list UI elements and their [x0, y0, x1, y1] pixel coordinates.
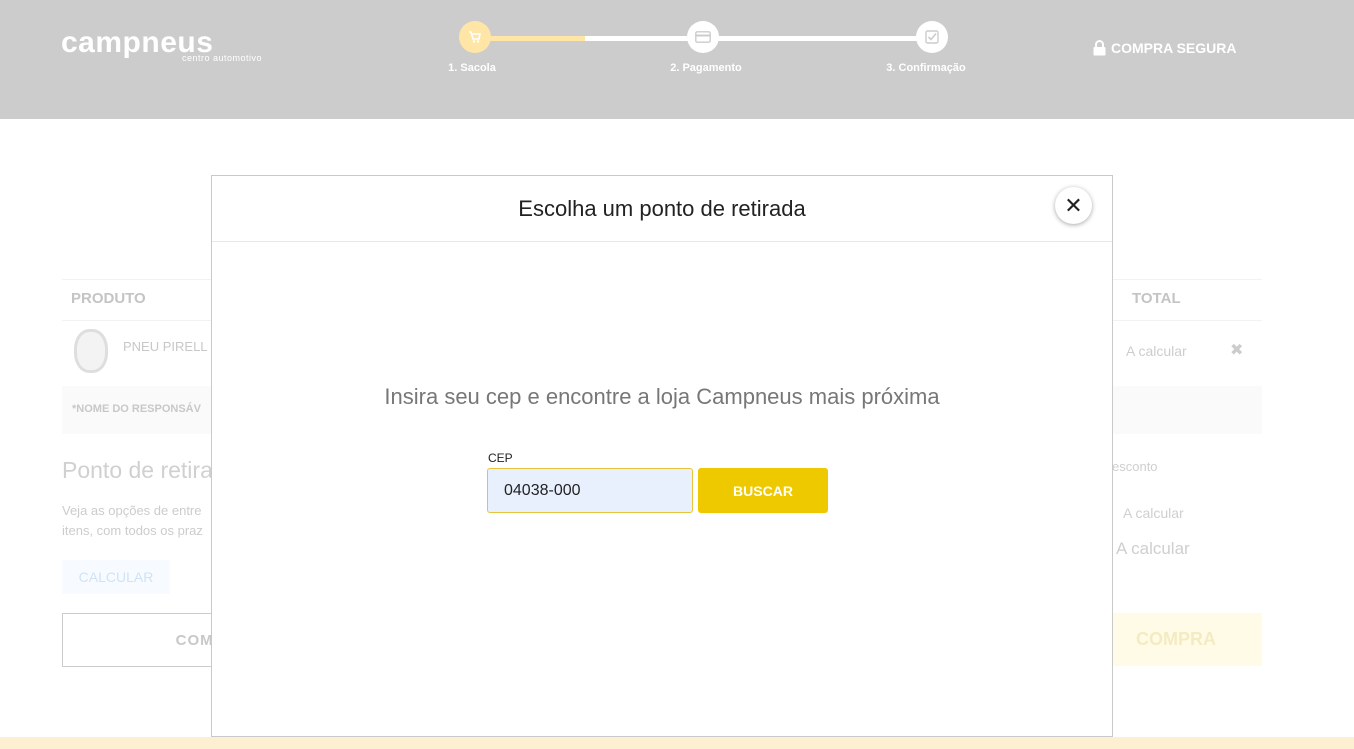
finish-purchase-button[interactable]: COMPRA: [1090, 613, 1262, 666]
search-button[interactable]: BUSCAR: [698, 468, 828, 513]
responsible-name-label: *NOME DO RESPONSÁV: [72, 403, 201, 415]
column-product: PRODUTO: [71, 290, 146, 307]
close-modal-button[interactable]: ✕: [1055, 187, 1092, 224]
step-confirmacao-label: 3. Confirmação: [886, 62, 966, 74]
close-icon: ✕: [1064, 192, 1083, 218]
pickup-point-modal: Escolha um ponto de retirada ✕ Insira se…: [211, 175, 1113, 737]
summary-shipping-value: A calcular: [1123, 505, 1184, 521]
footer-strip: [0, 737, 1354, 749]
secure-purchase-badge: COMPRA SEGURA: [1093, 40, 1237, 56]
lock-icon: [1093, 40, 1106, 56]
modal-title: Escolha um ponto de retirada: [518, 196, 806, 221]
checkout-progress-fill: [475, 36, 585, 41]
step-pagamento-circle: [687, 21, 719, 53]
step-sacola-circle: [459, 21, 491, 53]
site-header: campneus centro automotivo 1. Sacola 2. …: [0, 0, 1354, 119]
card-icon: [695, 31, 711, 43]
campneus-logo[interactable]: campneus centro automotivo: [61, 26, 266, 66]
calculate-button[interactable]: CALCULAR: [62, 560, 170, 594]
secure-purchase-label: COMPRA SEGURA: [1111, 40, 1237, 56]
summary-discount-label: esconto: [1112, 459, 1158, 474]
cart-item-name[interactable]: PNEU PIRELL: [123, 339, 208, 354]
step-pagamento-label: 2. Pagamento: [670, 62, 742, 74]
column-total: TOTAL: [1132, 290, 1181, 307]
modal-instructions: Insira seu cep e encontre a loja Campneu…: [384, 384, 940, 409]
step-sacola-label: 1. Sacola: [448, 62, 496, 74]
pickup-section-description: Veja as opções de entre itens, com todos…: [62, 503, 203, 538]
cep-input[interactable]: [487, 468, 693, 513]
pickup-section-title: Ponto de retira: [62, 457, 213, 483]
logo-tagline: centro automotivo: [181, 53, 262, 63]
step-confirmacao-circle: [916, 21, 948, 53]
cep-label: CEP: [488, 451, 513, 465]
summary-total-value: A calcular: [1116, 539, 1190, 558]
cart-icon: [469, 31, 481, 43]
tire-thumbnail: [74, 329, 108, 373]
check-icon: [925, 30, 939, 44]
remove-icon[interactable]: ✖: [1230, 340, 1243, 360]
cart-item-total: A calcular: [1126, 343, 1187, 359]
modal-header: Escolha um ponto de retirada ✕: [212, 176, 1112, 242]
